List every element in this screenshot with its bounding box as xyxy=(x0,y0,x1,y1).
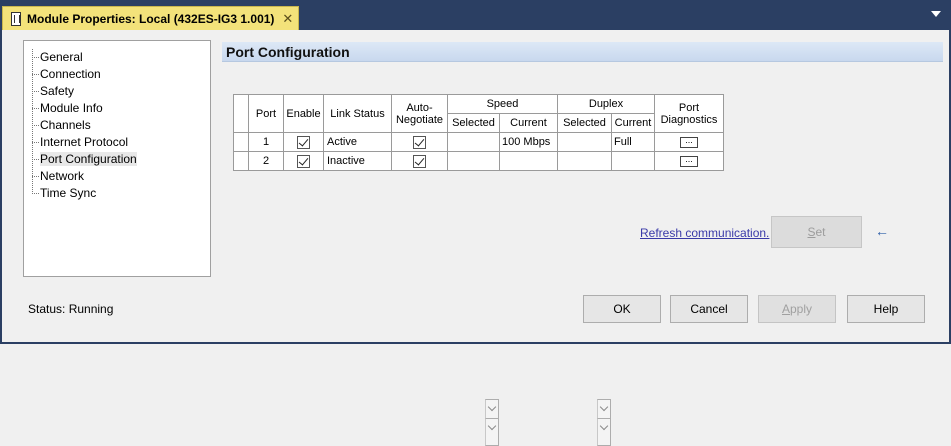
set-button-label-rest: et xyxy=(815,225,826,239)
auto-negotiate-checkbox[interactable] xyxy=(413,135,426,149)
row-header-corner xyxy=(233,94,249,133)
status-value: Running xyxy=(68,302,114,316)
auto-negotiate-cell xyxy=(391,151,448,171)
tree-item-general[interactable]: General xyxy=(24,49,210,66)
tree-item-label: Network xyxy=(40,169,85,183)
duplex-select-value xyxy=(558,153,597,170)
tree-item-connection[interactable]: Connection xyxy=(24,66,210,83)
col-header-link-status: Link Status xyxy=(323,94,392,133)
diagnostics-cell: ... xyxy=(654,151,724,171)
apply-button-label-rest: pply xyxy=(790,302,813,316)
col-header-speed-selected: Selected xyxy=(447,113,500,133)
col-header-port: Port xyxy=(248,94,284,133)
port-number: 2 xyxy=(248,151,284,171)
col-header-auto-line2: Negotiate xyxy=(395,113,444,126)
arrow-left-icon: ← xyxy=(875,223,889,239)
chevron-down-icon[interactable] xyxy=(485,417,499,446)
col-header-enable: Enable xyxy=(283,94,324,133)
tree-item-port-configuration[interactable]: Port Configuration xyxy=(24,151,210,168)
tree-item-label: Module Info xyxy=(40,101,103,115)
status-line: Status: Running xyxy=(28,302,113,316)
tree-item-label: Channels xyxy=(40,118,91,132)
tree-item-internet-protocol[interactable]: Internet Protocol xyxy=(24,134,210,151)
duplex-current: Full xyxy=(611,132,655,152)
title-bar: Module Properties: Local (432ES-IG3 1.00… xyxy=(0,0,951,30)
col-header-diag-line1: Port xyxy=(678,101,700,114)
help-button[interactable]: Help xyxy=(847,295,925,323)
tree-item-module-info[interactable]: Module Info xyxy=(24,100,210,117)
duplex-selected-cell xyxy=(557,132,612,427)
col-header-speed-current: Current xyxy=(499,113,558,133)
speed-select[interactable] xyxy=(448,134,499,427)
tree-item-label: General xyxy=(40,50,83,64)
col-header-duplex: Duplex xyxy=(557,94,655,114)
port-diagnostics-button[interactable]: ... xyxy=(680,135,698,148)
tree-item-channels[interactable]: Channels xyxy=(24,117,210,134)
port-configuration-table: Port Enable Link Status Auto- Negotiate … xyxy=(233,94,724,446)
tree-item-label: Port Configuration xyxy=(40,152,137,166)
status-label: Status: xyxy=(28,302,66,316)
duplex-select[interactable] xyxy=(558,153,611,446)
col-header-diag-line2: Diagnostics xyxy=(660,113,718,126)
set-button-mnemonic: S xyxy=(807,225,816,239)
module-icon xyxy=(11,11,21,26)
speed-selected-cell xyxy=(447,132,500,427)
col-header-speed: Speed xyxy=(447,94,558,114)
tree-item-label: Safety xyxy=(40,84,75,98)
col-header-port-diagnostics: Port Diagnostics xyxy=(654,94,724,133)
tree-item-time-sync[interactable]: Time Sync xyxy=(24,185,210,202)
col-header-auto-line1: Auto- xyxy=(406,101,433,114)
table-row: 1 Active 100 Mbps Full ... xyxy=(233,132,724,427)
refresh-communication-link[interactable]: Refresh communication. xyxy=(640,226,769,240)
section-title: Port Configuration xyxy=(222,42,943,62)
tree-item-label: Internet Protocol xyxy=(40,135,129,149)
duplex-selected-cell xyxy=(557,151,612,446)
apply-button[interactable]: Apply xyxy=(758,295,836,323)
link-status: Active xyxy=(323,132,392,152)
duplex-current xyxy=(611,151,655,171)
cancel-button[interactable]: Cancel xyxy=(670,295,748,323)
enable-checkbox[interactable] xyxy=(297,135,310,149)
chevron-down-icon[interactable] xyxy=(931,11,941,17)
apply-button-mnemonic: A xyxy=(781,302,790,316)
tree-item-safety[interactable]: Safety xyxy=(24,83,210,100)
col-header-duplex-selected: Selected xyxy=(557,113,612,133)
enable-cell xyxy=(283,151,324,171)
table-row: 2 Inactive ... xyxy=(233,151,724,446)
auto-negotiate-cell xyxy=(391,132,448,152)
port-number: 1 xyxy=(248,132,284,152)
diagnostics-cell: ... xyxy=(654,132,724,152)
speed-current xyxy=(499,151,558,171)
enable-cell xyxy=(283,132,324,152)
document-tab[interactable]: Module Properties: Local (432ES-IG3 1.00… xyxy=(2,6,299,30)
port-diagnostics-button[interactable]: ... xyxy=(680,154,698,167)
col-header-auto-negotiate: Auto- Negotiate xyxy=(391,94,448,133)
link-status: Inactive xyxy=(323,151,392,171)
chevron-down-icon[interactable] xyxy=(597,417,611,446)
set-button[interactable]: Set xyxy=(771,216,862,248)
tree-item-label: Connection xyxy=(40,67,101,81)
speed-select-value xyxy=(448,134,485,151)
category-tree[interactable]: General Connection Safety Module Info Ch… xyxy=(23,40,211,277)
speed-select-value xyxy=(448,153,485,170)
tab-title: Module Properties: Local (432ES-IG3 1.00… xyxy=(27,11,275,26)
speed-select[interactable] xyxy=(448,153,499,446)
close-icon[interactable]: ✕ xyxy=(282,11,293,27)
col-header-duplex-current: Current xyxy=(611,113,655,133)
duplex-select-value xyxy=(558,134,597,151)
row-header xyxy=(233,151,249,171)
tree-item-network[interactable]: Network xyxy=(24,168,210,185)
tree-item-label: Time Sync xyxy=(40,186,97,200)
speed-current: 100 Mbps xyxy=(499,132,558,152)
auto-negotiate-checkbox[interactable] xyxy=(413,154,426,168)
speed-selected-cell xyxy=(447,151,500,446)
enable-checkbox[interactable] xyxy=(297,154,310,168)
dialog-body: General Connection Safety Module Info Ch… xyxy=(0,30,951,446)
row-header xyxy=(233,132,249,152)
duplex-select[interactable] xyxy=(558,134,611,427)
ok-button[interactable]: OK xyxy=(583,295,661,323)
